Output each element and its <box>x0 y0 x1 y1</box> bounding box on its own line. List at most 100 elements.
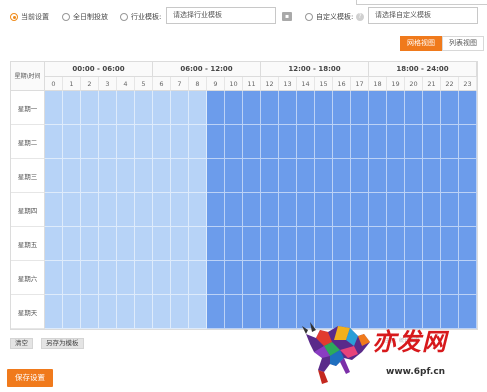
time-slot-cell[interactable] <box>99 227 117 261</box>
time-slot-cell[interactable] <box>297 91 315 125</box>
time-slot-cell[interactable] <box>171 91 189 125</box>
time-slot-cell[interactable] <box>153 227 171 261</box>
time-slot-cell[interactable] <box>351 125 369 159</box>
time-slot-cell[interactable] <box>405 193 423 227</box>
time-slot-cell[interactable] <box>297 125 315 159</box>
time-slot-cell[interactable] <box>423 159 441 193</box>
time-slot-cell[interactable] <box>81 159 99 193</box>
time-slot-cell[interactable] <box>279 159 297 193</box>
time-slot-cell[interactable] <box>207 193 225 227</box>
time-slot-cell[interactable] <box>81 193 99 227</box>
time-slot-cell[interactable] <box>459 261 477 295</box>
time-slot-cell[interactable] <box>423 261 441 295</box>
time-slot-cell[interactable] <box>99 261 117 295</box>
time-slot-cell[interactable] <box>225 159 243 193</box>
time-slot-cell[interactable] <box>261 295 279 329</box>
time-slot-cell[interactable] <box>387 91 405 125</box>
time-slot-cell[interactable] <box>351 193 369 227</box>
time-slot-cell[interactable] <box>315 125 333 159</box>
time-slot-cell[interactable] <box>99 193 117 227</box>
time-slot-cell[interactable] <box>405 261 423 295</box>
time-slot-cell[interactable] <box>45 295 63 329</box>
time-slot-cell[interactable] <box>207 295 225 329</box>
time-slot-cell[interactable] <box>117 193 135 227</box>
time-slot-cell[interactable] <box>99 91 117 125</box>
time-slot-cell[interactable] <box>135 295 153 329</box>
time-slot-cell[interactable] <box>243 261 261 295</box>
time-slot-cell[interactable] <box>333 193 351 227</box>
time-slot-cell[interactable] <box>315 159 333 193</box>
time-slot-cell[interactable] <box>315 227 333 261</box>
time-slot-cell[interactable] <box>171 261 189 295</box>
time-slot-cell[interactable] <box>243 159 261 193</box>
time-slot-cell[interactable] <box>171 227 189 261</box>
time-slot-cell[interactable] <box>423 193 441 227</box>
time-slot-cell[interactable] <box>153 295 171 329</box>
time-slot-cell[interactable] <box>261 159 279 193</box>
time-slot-cell[interactable] <box>135 91 153 125</box>
time-slot-cell[interactable] <box>207 159 225 193</box>
time-slot-cell[interactable] <box>153 91 171 125</box>
template-manage-icon[interactable]: ▪ <box>282 12 292 21</box>
time-slot-cell[interactable] <box>153 261 171 295</box>
time-slot-cell[interactable] <box>117 125 135 159</box>
time-slot-cell[interactable] <box>297 227 315 261</box>
time-slot-cell[interactable] <box>63 125 81 159</box>
time-slot-cell[interactable] <box>459 227 477 261</box>
time-slot-cell[interactable] <box>81 125 99 159</box>
time-slot-cell[interactable] <box>63 193 81 227</box>
time-slot-cell[interactable] <box>297 261 315 295</box>
time-slot-cell[interactable] <box>387 261 405 295</box>
time-slot-cell[interactable] <box>351 159 369 193</box>
time-slot-cell[interactable] <box>45 91 63 125</box>
radio-industry-template[interactable]: 行业模板: <box>120 11 161 23</box>
clear-button[interactable]: 清空 <box>10 338 33 349</box>
time-slot-cell[interactable] <box>351 91 369 125</box>
time-slot-cell[interactable] <box>135 159 153 193</box>
time-slot-cell[interactable] <box>189 193 207 227</box>
time-slot-cell[interactable] <box>459 125 477 159</box>
time-slot-cell[interactable] <box>45 193 63 227</box>
time-slot-cell[interactable] <box>117 159 135 193</box>
time-slot-cell[interactable] <box>405 159 423 193</box>
time-slot-cell[interactable] <box>189 295 207 329</box>
time-slot-cell[interactable] <box>279 91 297 125</box>
time-slot-cell[interactable] <box>315 91 333 125</box>
time-slot-cell[interactable] <box>117 261 135 295</box>
time-slot-cell[interactable] <box>369 125 387 159</box>
time-slot-cell[interactable] <box>189 261 207 295</box>
time-slot-cell[interactable] <box>315 193 333 227</box>
radio-current-setting[interactable]: 当前设置 <box>10 11 49 23</box>
time-slot-cell[interactable] <box>45 227 63 261</box>
time-slot-cell[interactable] <box>81 261 99 295</box>
time-slot-cell[interactable] <box>441 91 459 125</box>
time-slot-cell[interactable] <box>225 227 243 261</box>
time-slot-cell[interactable] <box>441 125 459 159</box>
time-slot-cell[interactable] <box>261 227 279 261</box>
time-slot-cell[interactable] <box>207 125 225 159</box>
time-slot-cell[interactable] <box>261 91 279 125</box>
time-slot-cell[interactable] <box>369 91 387 125</box>
time-slot-cell[interactable] <box>405 91 423 125</box>
time-slot-cell[interactable] <box>207 91 225 125</box>
time-slot-cell[interactable] <box>261 261 279 295</box>
time-slot-cell[interactable] <box>261 125 279 159</box>
time-slot-cell[interactable] <box>189 159 207 193</box>
time-slot-cell[interactable] <box>333 91 351 125</box>
time-slot-cell[interactable] <box>243 91 261 125</box>
time-slot-cell[interactable] <box>225 91 243 125</box>
time-slot-cell[interactable] <box>207 261 225 295</box>
time-slot-cell[interactable] <box>117 227 135 261</box>
time-slot-cell[interactable] <box>171 295 189 329</box>
time-slot-cell[interactable] <box>243 125 261 159</box>
time-slot-cell[interactable] <box>225 193 243 227</box>
save-as-template-button[interactable]: 另存为模板 <box>41 338 84 349</box>
time-slot-cell[interactable] <box>369 261 387 295</box>
grid-view-button[interactable]: 网格视图 <box>400 36 442 51</box>
time-slot-cell[interactable] <box>135 193 153 227</box>
time-slot-cell[interactable] <box>135 261 153 295</box>
time-slot-cell[interactable] <box>81 227 99 261</box>
time-slot-cell[interactable] <box>81 91 99 125</box>
save-settings-button[interactable]: 保存设置 <box>7 369 53 387</box>
time-slot-cell[interactable] <box>63 261 81 295</box>
